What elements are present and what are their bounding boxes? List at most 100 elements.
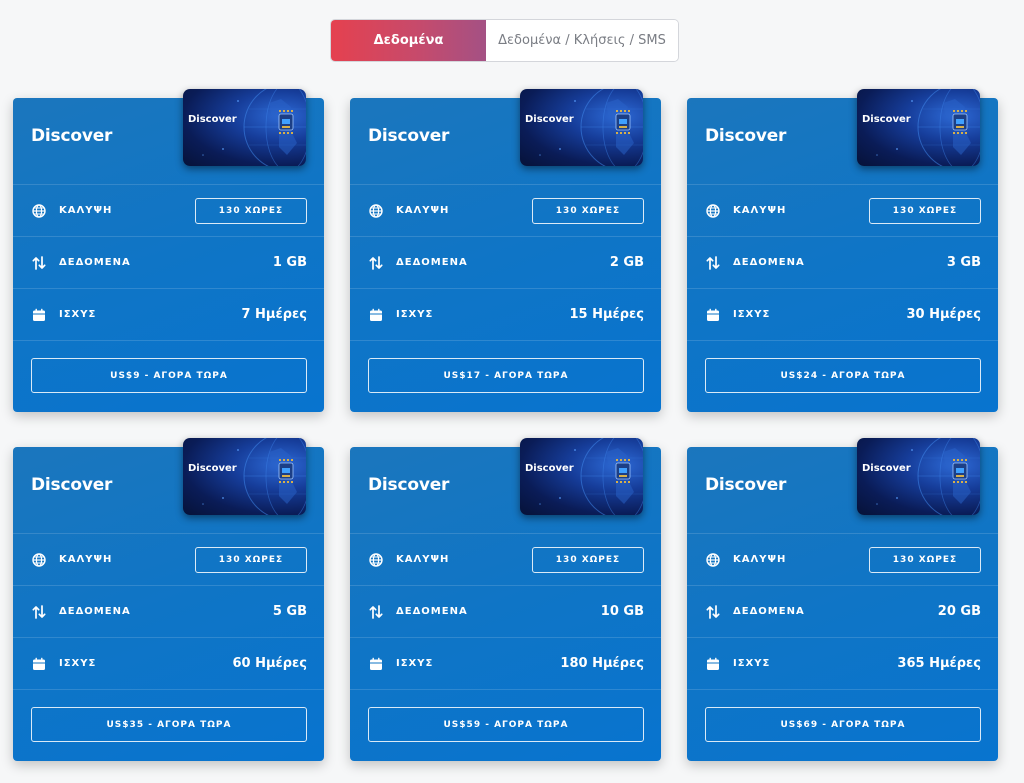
coverage-label: ΚΑΛΥΨΗ: [59, 554, 113, 565]
calendar-icon: [368, 656, 384, 672]
plan-type-tabs: Δεδομένα Δεδομένα / Κλήσεις / SMS: [330, 19, 679, 62]
plan-card: Discover Discover ΚΑΛΥΨΗ 130 ΧΩΡΕΣ ΔΕΔΟΜ…: [13, 438, 324, 761]
coverage-row: ΚΑΛΥΨΗ 130 ΧΩΡΕΣ: [350, 185, 661, 237]
buy-now-button[interactable]: US$69 - ΑΓΟΡΑ ΤΩΡΑ: [705, 707, 981, 742]
tab-data[interactable]: Δεδομένα: [331, 20, 486, 61]
data-row: ΔΕΔΟΜΕΝΑ 2 GB: [350, 237, 661, 289]
coverage-row: ΚΑΛΥΨΗ 130 ΧΩΡΕΣ: [13, 185, 324, 237]
globe-icon: [705, 203, 721, 219]
validity-value: 365 Ημέρες: [897, 656, 981, 671]
data-value: 10 GB: [600, 604, 644, 619]
validity-label: ΙΣΧΥΣ: [396, 658, 434, 669]
data-row: ΔΕΔΟΜΕΝΑ 20 GB: [687, 586, 998, 638]
plan-card-header: Discover Discover: [687, 438, 998, 534]
coverage-countries-button[interactable]: 130 ΧΩΡΕΣ: [532, 197, 644, 224]
arrows-up-down-icon: [31, 604, 47, 620]
validity-row: ΙΣΧΥΣ 30 Ημέρες: [687, 289, 998, 341]
data-label: ΔΕΔΟΜΕΝΑ: [396, 257, 468, 268]
coverage-countries-button[interactable]: 130 ΧΩΡΕΣ: [195, 546, 307, 573]
globe-icon: [705, 552, 721, 568]
plan-title: Discover: [31, 126, 113, 146]
data-label: ΔΕΔΟΜΕΝΑ: [59, 606, 131, 617]
calendar-icon: [368, 307, 384, 323]
validity-value: 15 Ημέρες: [569, 307, 644, 322]
buy-area: US$24 - ΑΓΟΡΑ ΤΩΡΑ: [687, 341, 998, 393]
sim-card-image: Discover: [183, 89, 306, 166]
plan-title: Discover: [705, 126, 787, 146]
coverage-countries-button[interactable]: 130 ΧΩΡΕΣ: [869, 546, 981, 573]
coverage-row: ΚΑΛΥΨΗ 130 ΧΩΡΕΣ: [13, 534, 324, 586]
validity-row: ΙΣΧΥΣ 7 Ημέρες: [13, 289, 324, 341]
buy-area: US$17 - ΑΓΟΡΑ ΤΩΡΑ: [350, 341, 661, 393]
buy-now-button[interactable]: US$59 - ΑΓΟΡΑ ΤΩΡΑ: [368, 707, 644, 742]
buy-now-button[interactable]: US$35 - ΑΓΟΡΑ ΤΩΡΑ: [31, 707, 307, 742]
plan-card: Discover Discover ΚΑΛΥΨΗ 130 ΧΩΡΕΣ ΔΕΔΟΜ…: [350, 89, 661, 412]
plan-card-header: Discover Discover: [687, 89, 998, 185]
arrows-up-down-icon: [368, 604, 384, 620]
calendar-icon: [705, 307, 721, 323]
sim-card-label: Discover: [862, 463, 911, 474]
calendar-icon: [705, 656, 721, 672]
coverage-label: ΚΑΛΥΨΗ: [733, 554, 787, 565]
coverage-row: ΚΑΛΥΨΗ 130 ΧΩΡΕΣ: [350, 534, 661, 586]
calendar-icon: [31, 307, 47, 323]
sim-card-image: Discover: [857, 89, 980, 166]
sim-card-label: Discover: [862, 114, 911, 125]
buy-now-button[interactable]: US$24 - ΑΓΟΡΑ ΤΩΡΑ: [705, 358, 981, 393]
validity-label: ΙΣΧΥΣ: [733, 309, 771, 320]
buy-now-button[interactable]: US$17 - ΑΓΟΡΑ ΤΩΡΑ: [368, 358, 644, 393]
plan-card: Discover Discover ΚΑΛΥΨΗ 130 ΧΩΡΕΣ ΔΕΔΟΜ…: [350, 438, 661, 761]
coverage-countries-button[interactable]: 130 ΧΩΡΕΣ: [869, 197, 981, 224]
coverage-row: ΚΑΛΥΨΗ 130 ΧΩΡΕΣ: [687, 185, 998, 237]
data-row: ΔΕΔΟΜΕΝΑ 3 GB: [687, 237, 998, 289]
sim-card-image: Discover: [520, 438, 643, 515]
sim-card-image: Discover: [520, 89, 643, 166]
validity-row: ΙΣΧΥΣ 365 Ημέρες: [687, 638, 998, 690]
validity-row: ΙΣΧΥΣ 180 Ημέρες: [350, 638, 661, 690]
data-value: 5 GB: [272, 604, 307, 619]
plan-card: Discover Discover ΚΑΛΥΨΗ 130 ΧΩΡΕΣ ΔΕΔΟΜ…: [13, 89, 324, 412]
coverage-row: ΚΑΛΥΨΗ 130 ΧΩΡΕΣ: [687, 534, 998, 586]
data-row: ΔΕΔΟΜΕΝΑ 1 GB: [13, 237, 324, 289]
buy-now-button[interactable]: US$9 - ΑΓΟΡΑ ΤΩΡΑ: [31, 358, 307, 393]
data-label: ΔΕΔΟΜΕΝΑ: [396, 606, 468, 617]
plan-card: Discover Discover ΚΑΛΥΨΗ 130 ΧΩΡΕΣ ΔΕΔΟΜ…: [687, 89, 998, 412]
globe-graphic: [876, 438, 980, 515]
sim-card-label: Discover: [525, 114, 574, 125]
data-value: 20 GB: [937, 604, 981, 619]
plan-card-header: Discover Discover: [350, 438, 661, 534]
globe-graphic: [202, 438, 306, 515]
plans-grid: Discover Discover ΚΑΛΥΨΗ 130 ΧΩΡΕΣ ΔΕΔΟΜ…: [13, 89, 998, 761]
coverage-label: ΚΑΛΥΨΗ: [396, 205, 450, 216]
globe-icon: [31, 203, 47, 219]
plan-card-header: Discover Discover: [350, 89, 661, 185]
globe-graphic: [539, 438, 643, 515]
globe-icon: [368, 552, 384, 568]
sim-card-label: Discover: [525, 463, 574, 474]
plan-title: Discover: [705, 475, 787, 495]
plan-title: Discover: [368, 126, 450, 146]
coverage-countries-button[interactable]: 130 ΧΩΡΕΣ: [195, 197, 307, 224]
tab-data-calls-sms[interactable]: Δεδομένα / Κλήσεις / SMS: [486, 20, 678, 61]
buy-area: US$9 - ΑΓΟΡΑ ΤΩΡΑ: [13, 341, 324, 393]
arrows-up-down-icon: [368, 255, 384, 271]
globe-graphic: [202, 89, 306, 166]
coverage-countries-button[interactable]: 130 ΧΩΡΕΣ: [532, 546, 644, 573]
globe-icon: [368, 203, 384, 219]
buy-area: US$59 - ΑΓΟΡΑ ΤΩΡΑ: [350, 690, 661, 742]
validity-row: ΙΣΧΥΣ 60 Ημέρες: [13, 638, 324, 690]
arrows-up-down-icon: [705, 604, 721, 620]
coverage-label: ΚΑΛΥΨΗ: [733, 205, 787, 216]
validity-value: 180 Ημέρες: [560, 656, 644, 671]
globe-graphic: [539, 89, 643, 166]
plan-card: Discover Discover ΚΑΛΥΨΗ 130 ΧΩΡΕΣ ΔΕΔΟΜ…: [687, 438, 998, 761]
globe-graphic: [876, 89, 980, 166]
arrows-up-down-icon: [705, 255, 721, 271]
validity-value: 60 Ημέρες: [232, 656, 307, 671]
data-label: ΔΕΔΟΜΕΝΑ: [59, 257, 131, 268]
sim-card-image: Discover: [183, 438, 306, 515]
coverage-label: ΚΑΛΥΨΗ: [396, 554, 450, 565]
globe-icon: [31, 552, 47, 568]
validity-label: ΙΣΧΥΣ: [733, 658, 771, 669]
arrows-up-down-icon: [31, 255, 47, 271]
